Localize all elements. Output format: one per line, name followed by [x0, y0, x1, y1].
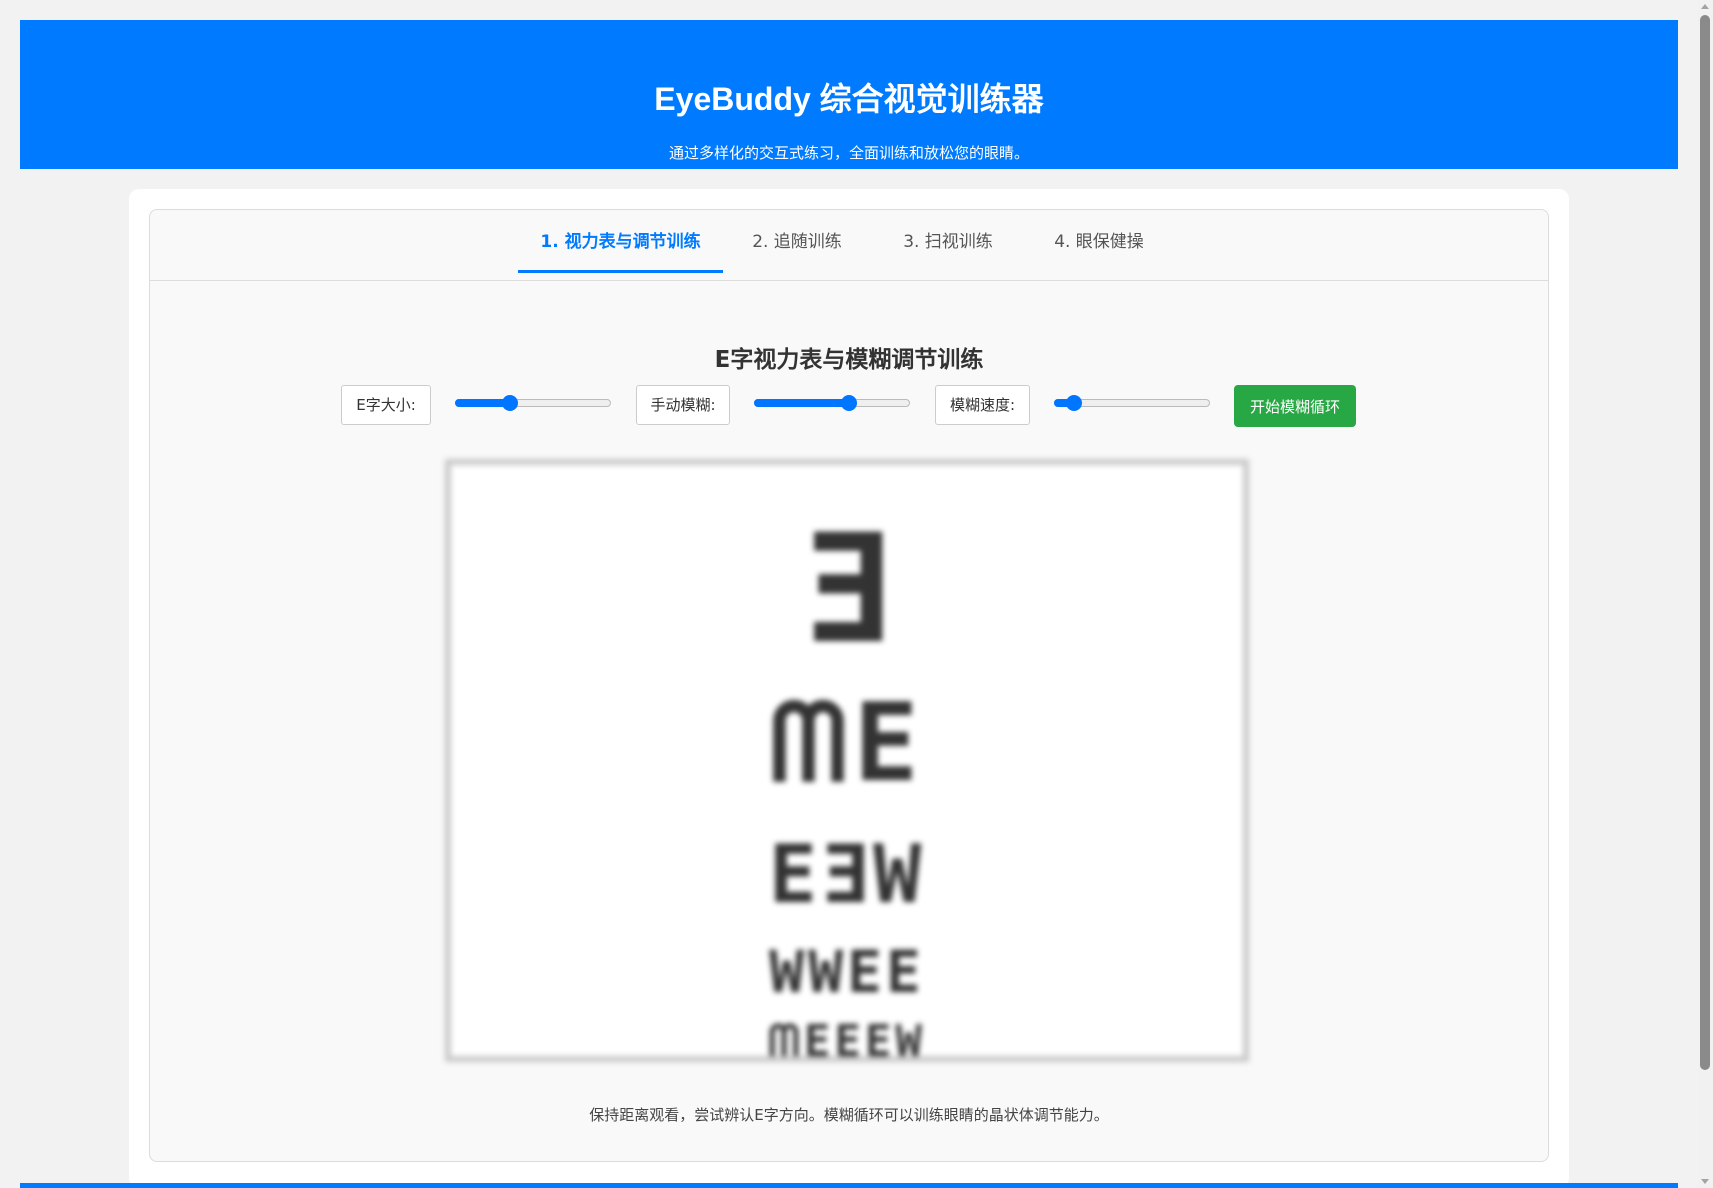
tab-acuity-chart[interactable]: 1. 视力表与调节训练	[518, 230, 723, 273]
tab-saccade[interactable]: 3. 扫视训练	[892, 230, 1004, 270]
training-panel: 1. 视力表与调节训练 2. 追随训练 3. 扫视训练 4. 眼保健操 E字视力…	[149, 209, 1549, 1162]
e-chart-row-4: WWEE	[769, 938, 925, 1006]
slider-thumb[interactable]	[1066, 395, 1083, 411]
e-chart-row-3: EƎW	[768, 828, 926, 921]
section-title: E字视力表与模糊调节训练	[714, 347, 984, 373]
e-size-label: E字大小:	[341, 385, 431, 425]
app-header: EyeBuddy 综合视觉训练器 通过多样化的交互式练习，全面训练和放松您的眼睛…	[20, 20, 1678, 169]
e-chart-row-1: Ǝ	[801, 503, 893, 677]
slider-thumb[interactable]	[502, 395, 519, 411]
blur-speed-slider[interactable]	[1054, 395, 1210, 411]
scroll-up-icon[interactable]	[1701, 4, 1709, 9]
instruction-text: 保持距离观看，尝试辨认E字方向。模糊循环可以训练眼睛的晶状体调节能力。	[589, 1106, 1109, 1124]
page-scrollbar[interactable]	[1698, 0, 1713, 1188]
tab-pursuit[interactable]: 2. 追随训练	[741, 230, 853, 270]
main-card: 1. 视力表与调节训练 2. 追随训练 3. 扫视训练 4. 眼保健操 E字视力…	[129, 189, 1569, 1188]
start-blur-cycle-button[interactable]: 开始模糊循环	[1234, 385, 1356, 427]
tab-bar: 1. 视力表与调节训练 2. 追随训练 3. 扫视训练 4. 眼保健操	[150, 210, 1548, 281]
blur-speed-label: 模糊速度:	[935, 385, 1030, 425]
manual-blur-slider[interactable]	[754, 395, 910, 411]
manual-blur-label: 手动模糊:	[636, 385, 730, 425]
app-title: EyeBuddy 综合视觉训练器	[654, 81, 1044, 117]
e-chart-row-5: ᗰEEEW	[768, 1016, 926, 1062]
e-size-slider[interactable]	[455, 395, 611, 411]
slider-thumb[interactable]	[841, 395, 858, 411]
footer-bar	[20, 1183, 1678, 1188]
app-subtitle: 通过多样化的交互式练习，全面训练和放松您的眼睛。	[668, 144, 1029, 162]
scrollbar-thumb[interactable]	[1700, 15, 1710, 1070]
page: EyeBuddy 综合视觉训练器 通过多样化的交互式练习，全面训练和放松您的眼睛…	[0, 0, 1713, 1188]
tab-eye-exercise[interactable]: 4. 眼保健操	[1043, 230, 1155, 270]
scroll-down-icon[interactable]	[1701, 1179, 1709, 1184]
e-chart-row-2: ᗰE	[769, 681, 925, 806]
slider-fill	[754, 399, 850, 407]
e-chart: Ǝ ᗰE EƎW WWEE ᗰEEEW	[445, 459, 1249, 1062]
